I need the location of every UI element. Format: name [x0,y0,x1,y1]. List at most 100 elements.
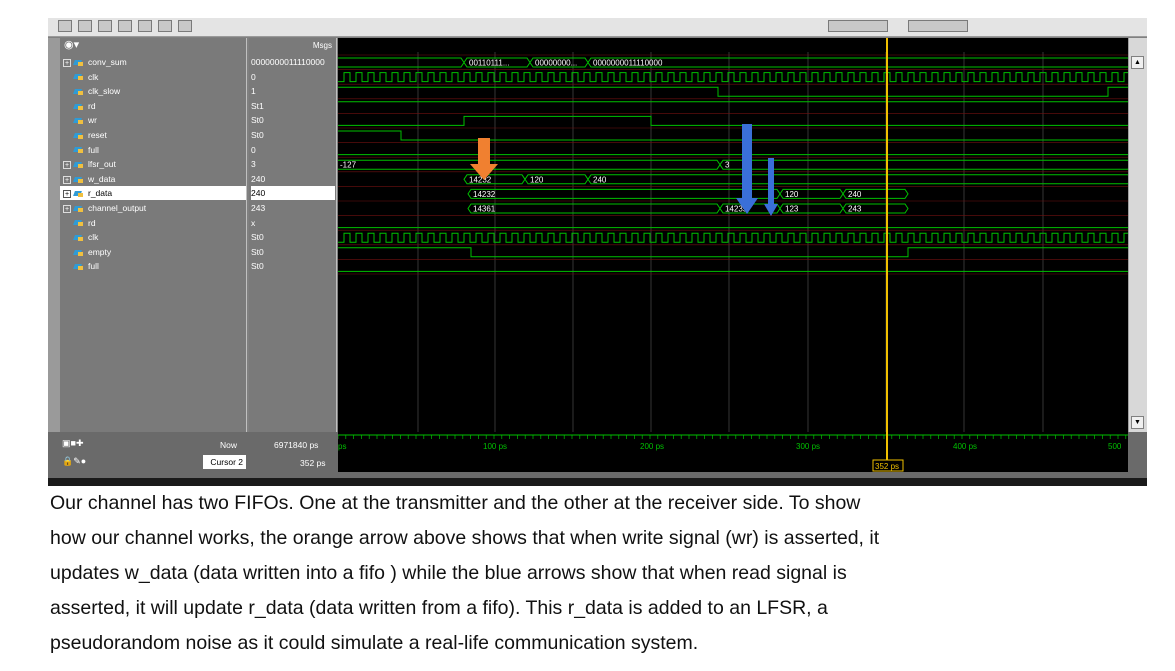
scroll-up-icon[interactable]: ▲ [1131,56,1144,69]
signal-icon [74,88,84,96]
signal-icon [74,219,84,227]
toolbar-button[interactable] [158,20,172,32]
cursor-tools-icon[interactable]: ▣■✚ [62,438,83,449]
signal-value: St0 [251,130,264,140]
waveform-area[interactable]: 00110111... 00000000... 0000000011110000 -1… [338,38,1128,432]
signal-name: clk_slow [88,86,121,97]
expand-icon[interactable]: + [63,160,71,169]
signal-row-clk[interactable]: clk [60,70,246,84]
cursor-value: 352 ps [300,458,326,468]
channel-output-bus-label: 14361 [473,205,496,214]
expand-icon[interactable]: + [63,58,71,67]
signal-value: St0 [251,232,264,243]
signal-value: 0 [251,71,256,82]
cursor-marker-label: 352 ps [875,462,899,471]
signal-icon [74,205,84,213]
signal-name: rd [88,100,96,111]
lock-icon[interactable]: 🔒✎● [62,456,86,467]
lfsr-out-bus-segment [338,159,721,170]
signal-row-full[interactable]: full [60,143,246,157]
signal-row-clk[interactable]: clk [60,230,246,244]
signal-value: 1 [251,86,256,97]
signal-value: St0 [251,261,264,272]
caption-line: how our channel works, the orange arrow … [50,527,880,549]
toolbar-button[interactable] [138,20,152,32]
signal-icon [74,117,84,125]
empty-wave [338,247,1128,258]
signal-value: St1 [251,100,264,111]
scroll-down-icon[interactable]: ▼ [1131,416,1144,429]
channel-output-bus-segment [467,203,721,214]
signal-values-pane: Msgs 0000000011110000 0 1 St1 St0 St0 0 3 240 240… [249,38,337,432]
signal-icon [74,176,84,184]
clk-wave [338,72,1128,83]
signal-name: empty [88,246,112,257]
signal-row-conv-sum[interactable]: + conv_sum [60,55,246,69]
axis-tick-label: 400 ps [953,442,977,451]
signal-icon [74,263,84,271]
signal-name: clk [88,232,99,243]
globe-icon[interactable]: ◉▾ [64,38,79,53]
window-bottom-border [48,478,1147,486]
toolbar-field[interactable] [828,20,888,32]
now-value: 6971840 ps [274,440,319,450]
toolbar-button[interactable] [118,20,132,32]
signal-name: full [88,144,99,155]
signal-row-lfsr-out[interactable]: + lfsr_out [60,157,246,171]
signal-icon [74,146,84,154]
channel-output-bus-label: 243 [848,205,862,214]
caption-line: pseudorandom noise as it could simulate … [50,632,699,654]
waveform-svg[interactable]: 00110111... 00000000... 0000000011110000 -1… [338,38,1128,432]
signal-name: clk [88,71,99,82]
blue-arrow-small-icon [764,158,778,216]
signal-row-rd[interactable]: rd [60,99,246,113]
time-axis: ps 100 ps 200 ps 300 ps 400 ps 500 352 ps [337,432,1128,472]
signal-icon [74,132,84,140]
signal-name: wr [88,115,97,126]
signal-row-w-data[interactable]: + w_data [60,172,246,186]
expand-icon[interactable]: + [63,204,71,213]
toolbar-button[interactable] [78,20,92,32]
signal-row-empty[interactable]: empty [60,245,246,259]
w-data-bus-label: 240 [593,175,607,184]
channel-output-bus-label: 123 [785,205,799,214]
conv-sum-bus-segment [338,57,465,68]
wr-wave [338,115,1128,126]
signal-row-wr[interactable]: wr [60,113,246,127]
signal-row-rd[interactable]: rd [60,216,246,230]
toolbar-field[interactable] [908,20,968,32]
toolbar-button[interactable] [178,20,192,32]
signal-value: 0000000011110000 [251,57,325,67]
expand-icon[interactable]: + [63,175,71,184]
conv-sum-bus-label: 0000000011110000 [593,59,663,68]
signal-row-channel-output[interactable]: + channel_output [60,201,246,215]
signal-row-reset[interactable]: reset [60,128,246,142]
conv-sum-bus-label: 00110111... [469,59,509,68]
vertical-scrollbar[interactable]: ▲ ▼ [1128,38,1147,432]
signal-row-clk-slow[interactable]: clk_slow [60,84,246,98]
clk-slow-wave [338,86,1128,97]
expand-icon[interactable]: + [63,190,71,199]
r-data-bus-label: 120 [785,190,799,199]
signal-value: 3 [251,159,256,170]
lfsr-out-bus-label: -127 [340,161,357,170]
signal-icon [74,73,84,81]
signal-row-r-data[interactable]: + r_data [60,186,246,201]
toolbar-button[interactable] [98,20,112,32]
axis-tick-label: 500 [1108,442,1122,451]
axis-tick-label: ps [338,442,346,451]
signal-value: 240 [251,186,335,201]
signal-icon [74,190,84,198]
conv-sum-bus-segment [587,57,1128,68]
signal-icon [74,161,84,169]
axis-tick-label: 300 ps [796,442,820,451]
signal-name: rd [88,217,96,228]
toolbar-button[interactable] [58,20,72,32]
caption-line: updates w_data (data written into a fifo… [50,562,847,584]
cursor-name[interactable]: Cursor 2 [203,455,246,469]
r-data-bus-segment [467,188,781,199]
lfsr-out-bus-segment [719,159,1128,170]
signal-row-full[interactable]: full [60,259,246,273]
clk2-wave [338,232,1128,243]
signal-icon [74,103,84,111]
